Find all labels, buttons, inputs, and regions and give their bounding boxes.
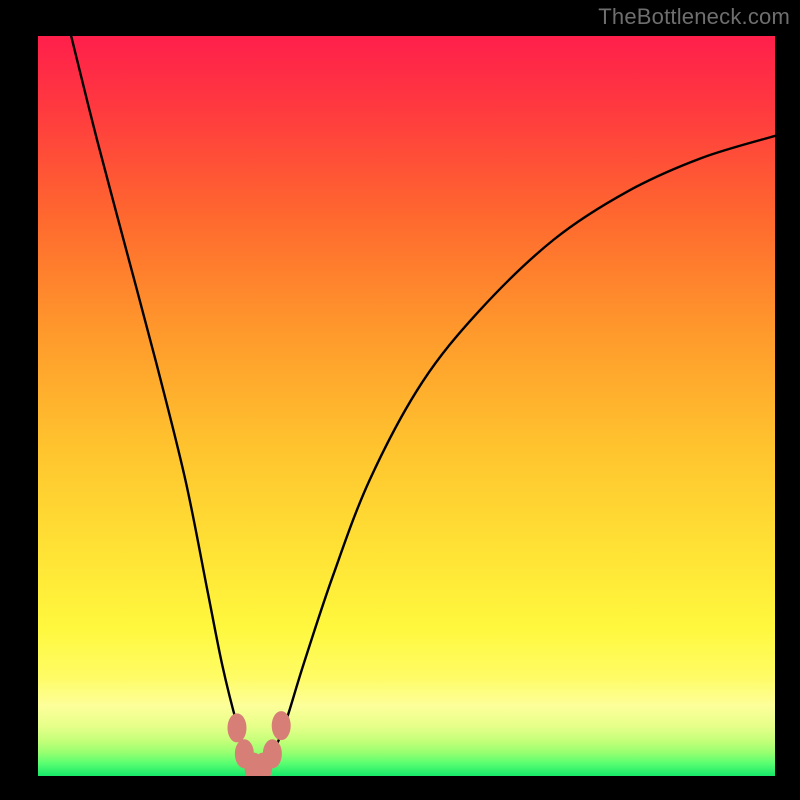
plot-frame-right	[775, 0, 800, 800]
marker-point	[272, 712, 290, 740]
chart-svg	[38, 36, 775, 776]
watermark-text: TheBottleneck.com	[598, 4, 790, 30]
plot-frame-left	[0, 0, 38, 800]
chart-plot-area	[38, 36, 775, 776]
plot-frame-bottom	[0, 776, 800, 800]
marker-point	[263, 740, 281, 768]
marker-point	[228, 714, 246, 742]
